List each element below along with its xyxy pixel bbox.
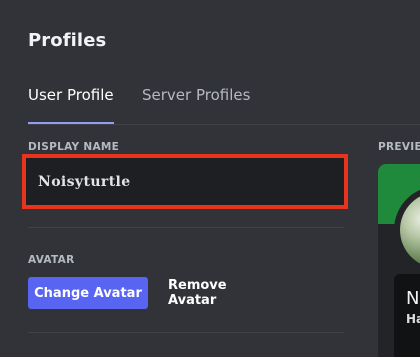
change-avatar-button[interactable]: Change Avatar xyxy=(28,277,148,309)
avatar-label: AVATAR xyxy=(28,254,75,266)
preview-username: Ha xyxy=(406,312,420,326)
preview-label: PREVIEW xyxy=(378,141,420,153)
profile-preview-card: N Ha xyxy=(378,164,420,357)
tab-server-profiles[interactable]: Server Profiles xyxy=(142,84,250,124)
display-name-label: DISPLAY NAME xyxy=(28,141,120,153)
tabs-divider xyxy=(28,124,420,125)
page-title: Profiles xyxy=(28,30,107,51)
tab-user-profile[interactable]: User Profile xyxy=(28,84,114,124)
profiles-settings-page: Profiles User Profile Server Profiles DI… xyxy=(0,0,420,357)
preview-info-panel: N Ha xyxy=(394,274,420,357)
section-divider xyxy=(28,227,344,228)
display-name-input[interactable] xyxy=(30,162,340,201)
display-name-highlight xyxy=(22,154,348,209)
profile-tabs: User Profile Server Profiles xyxy=(28,84,420,124)
preview-display-name: N xyxy=(406,288,420,309)
remove-avatar-button[interactable]: Remove Avatar xyxy=(160,277,270,309)
section-divider xyxy=(28,332,344,333)
